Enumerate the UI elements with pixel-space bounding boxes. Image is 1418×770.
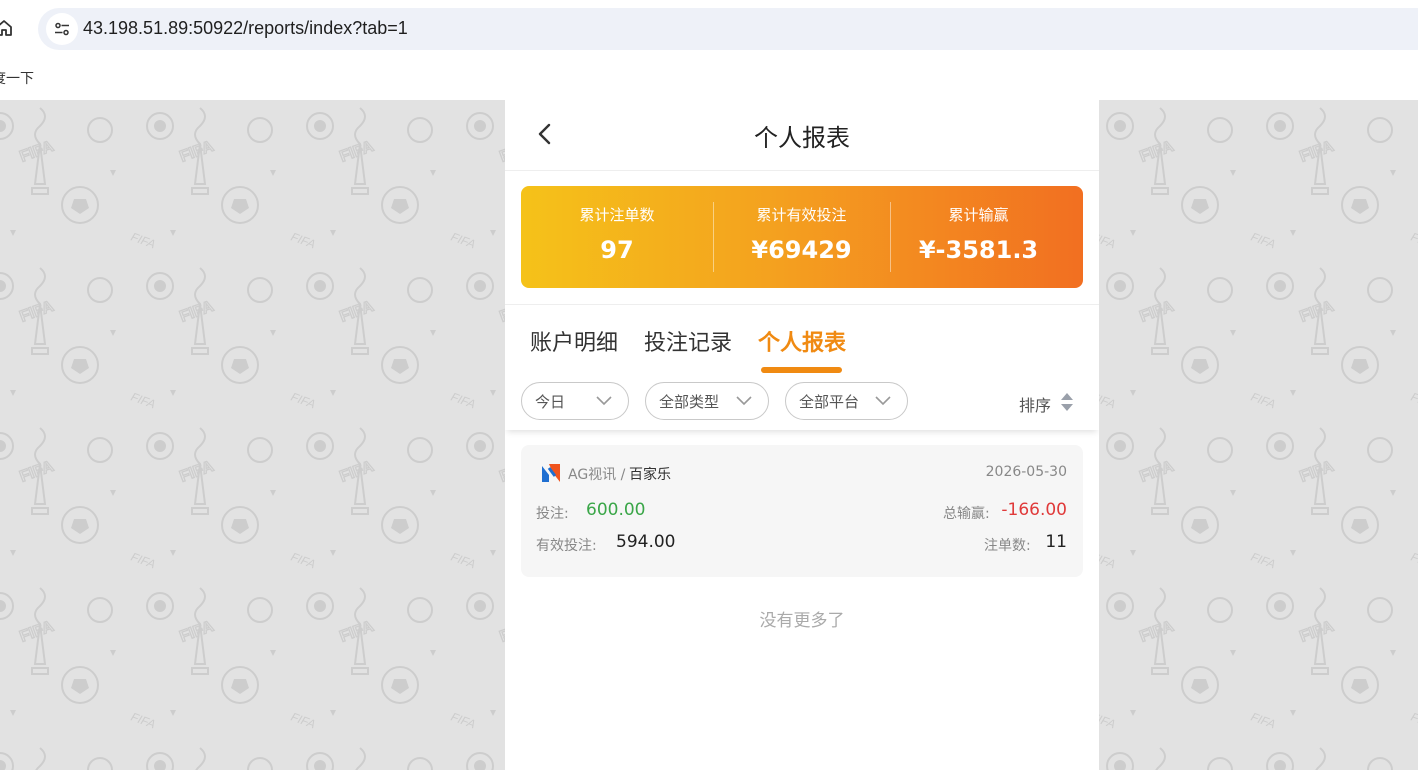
bookmark-item[interactable]: 度一下	[0, 68, 34, 88]
tab-bet-records[interactable]: 投注记录	[644, 325, 732, 357]
list-end-text: 没有更多了	[759, 611, 845, 631]
total-winloss-amount: -166.00	[1001, 500, 1067, 520]
summary-bets-label: 累计注单数	[579, 206, 655, 224]
summary-winloss-value: ¥-3581.3	[918, 236, 1039, 264]
type-filter-dropdown[interactable]: 全部类型	[645, 382, 769, 420]
total-winloss-label: 总输赢:	[943, 506, 990, 522]
site-info-icon[interactable]	[46, 13, 78, 45]
summary-card: 累计注单数 97 累计有效投注 ¥69429 累计输赢 ¥-3581.3	[521, 186, 1083, 288]
chevron-down-icon	[875, 396, 891, 406]
bet-label: 投注:	[536, 506, 569, 522]
date-filter-label: 今日	[535, 393, 566, 411]
valid-bet-label: 有效投注:	[536, 538, 597, 554]
address-bar[interactable]: 43.198.51.89:50922/reports/index?tab=1	[38, 8, 1418, 50]
chevron-down-icon	[596, 396, 612, 406]
active-tab-indicator	[761, 367, 842, 373]
summary-bets-value: 97	[600, 236, 634, 264]
bet-amount: 600.00	[586, 500, 646, 520]
tab-bar: 账户明细 投注记录 个人报表	[505, 305, 1099, 375]
game-name: 百家乐	[629, 467, 671, 483]
sort-arrows-icon[interactable]	[1060, 392, 1074, 412]
report-panel: 个人报表 累计注单数 97 累计有效投注 ¥69429 累计输赢 ¥-3581.…	[505, 100, 1099, 770]
tab-personal-report[interactable]: 个人报表	[758, 325, 846, 357]
ag-logo-icon	[542, 464, 560, 482]
chevron-down-icon	[736, 396, 752, 406]
valid-bet-amount: 594.00	[616, 532, 676, 552]
bet-count-value: 11	[1045, 532, 1067, 552]
summary-winloss-label: 累计输赢	[948, 206, 1009, 224]
bookmark-bar: 度一下	[0, 60, 1418, 100]
report-record-card[interactable]: AG视讯 / 百家乐 2026-05-30 投注: 600.00 总输赢: -1…	[521, 445, 1083, 577]
sort-button[interactable]: 排序	[1019, 392, 1051, 416]
summary-bets: 累计注单数 97	[521, 186, 713, 288]
record-date: 2026-05-30	[985, 464, 1067, 480]
browser-toolbar: 43.198.51.89:50922/reports/index?tab=1	[0, 0, 1418, 60]
summary-valid-bet: 累计有效投注 ¥69429	[713, 186, 890, 288]
page-title: 个人报表	[754, 124, 850, 152]
date-filter-dropdown[interactable]: 今日	[521, 382, 629, 420]
platform-filter-label: 全部平台	[799, 393, 860, 411]
nav-bar: 个人报表	[505, 100, 1099, 171]
tab-account-details[interactable]: 账户明细	[530, 325, 618, 357]
platform-filter-dropdown[interactable]: 全部平台	[785, 382, 908, 420]
summary-valid-value: ¥69429	[751, 236, 852, 264]
summary-winloss: 累计输赢 ¥-3581.3	[890, 186, 1067, 288]
game-provider: AG视讯 /	[568, 467, 626, 483]
filter-bar: 今日 全部类型 全部平台 排序	[505, 374, 1099, 430]
bet-count-label: 注单数:	[984, 538, 1031, 554]
url-text[interactable]: 43.198.51.89:50922/reports/index?tab=1	[83, 18, 408, 39]
type-filter-label: 全部类型	[659, 393, 720, 411]
summary-valid-label: 累计有效投注	[756, 206, 847, 224]
home-icon[interactable]	[0, 18, 14, 38]
